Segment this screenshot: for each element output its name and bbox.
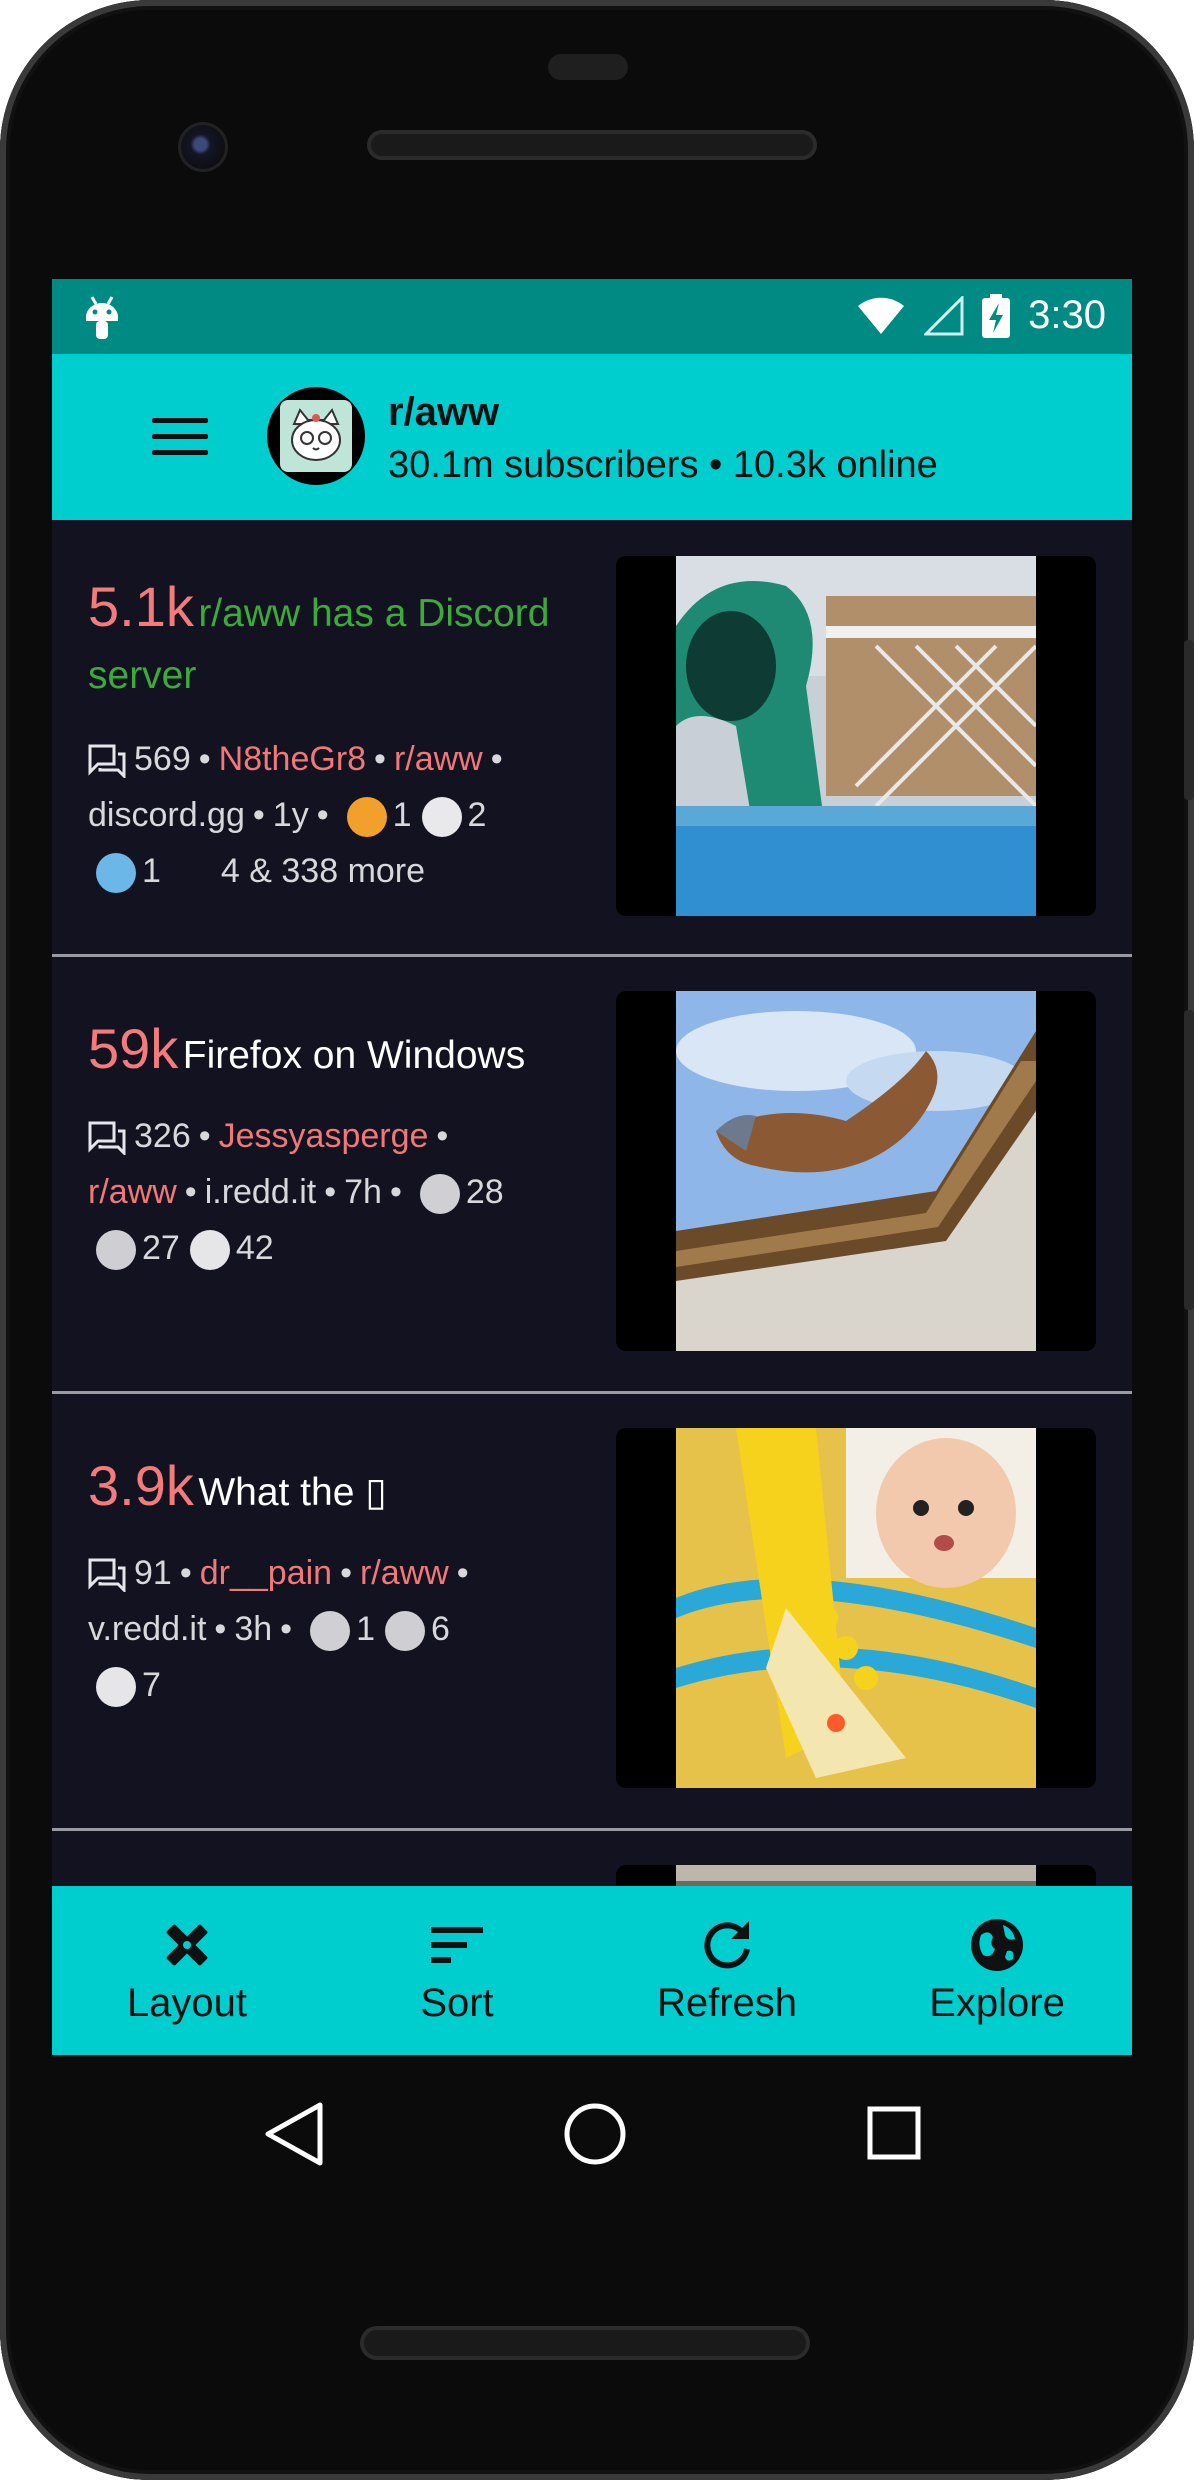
post-feed[interactable]: 5.1k r/aww has a Discord server 569 • N8th…	[52, 520, 1132, 2055]
status-bar: 3:30	[52, 279, 1132, 354]
post-score: 5.1k	[88, 575, 194, 638]
award-count: 27	[142, 1229, 180, 1267]
post-domain[interactable]: discord.gg	[88, 796, 245, 834]
volume-button	[1184, 1010, 1194, 1310]
battery-charging-icon	[982, 293, 1011, 338]
cat-avatar-icon	[291, 408, 341, 461]
comment-count: 326	[134, 1117, 191, 1155]
wholesome-seal-award-icon	[96, 1667, 136, 1708]
award-count: 42	[235, 1229, 274, 1267]
phone-frame: 3:30 r/aww 30.1m subscribers • 10.3k onl…	[0, 0, 1194, 2480]
nav-sort[interactable]: Sort	[322, 1886, 592, 2055]
globe-icon	[971, 1919, 1023, 1971]
award-count: 1	[392, 796, 412, 834]
comments-icon	[88, 1558, 126, 1593]
post-age: 1y	[272, 796, 309, 834]
comment-count: 569	[134, 740, 191, 778]
award-count: 1	[142, 852, 161, 890]
post-card[interactable]: 59k Firefox on Windows 326 • Jessyasperge •…	[52, 957, 1132, 1394]
post-author[interactable]: dr__pain	[200, 1554, 332, 1592]
nav-explore[interactable]: Explore	[862, 1886, 1132, 2055]
comment-count: 91	[134, 1554, 172, 1592]
award-count: 1	[356, 1610, 375, 1648]
back-icon[interactable]	[262, 2101, 326, 2167]
subreddit-avatar[interactable]	[267, 387, 365, 485]
refresh-icon	[704, 1921, 750, 1969]
bottom-speaker	[360, 2326, 810, 2360]
post-subreddit[interactable]: r/aww	[88, 1173, 177, 1211]
helpful-award-icon	[96, 1230, 136, 1271]
subreddit-info: 30.1m subscribers • 10.3k online	[388, 444, 938, 486]
post-card[interactable]: 5.1k r/aww has a Discord server 569 • N8th…	[52, 520, 1132, 957]
wholesome-award-icon	[96, 853, 136, 894]
nav-explore-label: Explore	[929, 1981, 1065, 2025]
post-author[interactable]: N8theGr8	[219, 740, 366, 778]
hug-award-icon	[421, 797, 462, 838]
award-count: 28	[465, 1173, 504, 1211]
cat-award-icon	[346, 797, 387, 838]
slide-pool-image	[676, 556, 1036, 916]
home-icon[interactable]	[562, 2101, 628, 2167]
award-count: 6	[430, 1610, 450, 1648]
post-thumbnail[interactable]	[616, 991, 1096, 1351]
post-domain[interactable]: i.redd.it	[205, 1173, 317, 1211]
recents-icon[interactable]	[866, 2105, 922, 2161]
post-title[interactable]: Firefox on Windows	[183, 1034, 525, 1077]
silver-award-icon	[419, 1174, 460, 1215]
app-bar: r/aww 30.1m subscribers • 10.3k online	[52, 354, 1132, 520]
bottom-navigation: Layout Sort Refresh Explore	[52, 1886, 1132, 2055]
post-author[interactable]: Jessyasperge	[219, 1117, 429, 1155]
post-age: 3h	[234, 1610, 273, 1648]
more-awards[interactable]: 4 & 338 more	[221, 852, 425, 890]
nav-sort-label: Sort	[420, 1981, 494, 2025]
nav-refresh-label: Refresh	[656, 1981, 798, 2025]
system-navigation	[0, 2055, 1194, 2215]
comments-icon	[88, 1121, 126, 1156]
earpiece-speaker	[367, 130, 817, 160]
post-score: 59k	[88, 1017, 179, 1080]
helpful-award-icon	[384, 1611, 425, 1652]
post-age: 7h	[344, 1173, 382, 1211]
post-title[interactable]: What the ▯	[198, 1471, 386, 1514]
layout-tools-icon	[166, 1924, 208, 1966]
cell-signal-icon	[924, 295, 964, 335]
post-card[interactable]: 3.9k What the ▯ 91 • dr__pain • r/aww • v.redd…	[52, 1394, 1132, 1831]
sort-icon	[431, 1927, 483, 1963]
baby-duck-toy-image	[676, 1428, 1036, 1788]
hamburger-menu-icon[interactable]	[152, 418, 208, 458]
nav-layout-label: Layout	[126, 1981, 248, 2025]
post-domain[interactable]: v.redd.it	[88, 1610, 206, 1648]
silver-award-icon	[310, 1611, 351, 1652]
post-subreddit[interactable]: r/aww	[394, 740, 483, 778]
nav-layout[interactable]: Layout	[52, 1886, 322, 2055]
post-score: 3.9k	[88, 1454, 194, 1517]
comments-icon	[88, 744, 126, 779]
post-thumbnail[interactable]	[616, 556, 1096, 916]
subreddit-name[interactable]: r/aww	[388, 390, 499, 435]
nav-refresh[interactable]: Refresh	[592, 1886, 862, 2055]
post-thumbnail[interactable]	[616, 1428, 1096, 1788]
power-button	[1184, 640, 1194, 800]
front-camera	[178, 122, 228, 172]
screen: 3:30 r/aww 30.1m subscribers • 10.3k onl…	[52, 279, 1132, 2055]
status-clock: 3:30	[1028, 293, 1106, 337]
wifi-icon	[858, 297, 905, 334]
android-debug-icon	[82, 295, 122, 346]
top-sensor	[548, 54, 628, 80]
award-count: 2	[467, 796, 487, 834]
wholesome-seal-award-icon	[189, 1230, 230, 1271]
award-count: 7	[142, 1666, 161, 1704]
fox-window-image	[676, 991, 1036, 1351]
post-subreddit[interactable]: r/aww	[360, 1554, 449, 1592]
